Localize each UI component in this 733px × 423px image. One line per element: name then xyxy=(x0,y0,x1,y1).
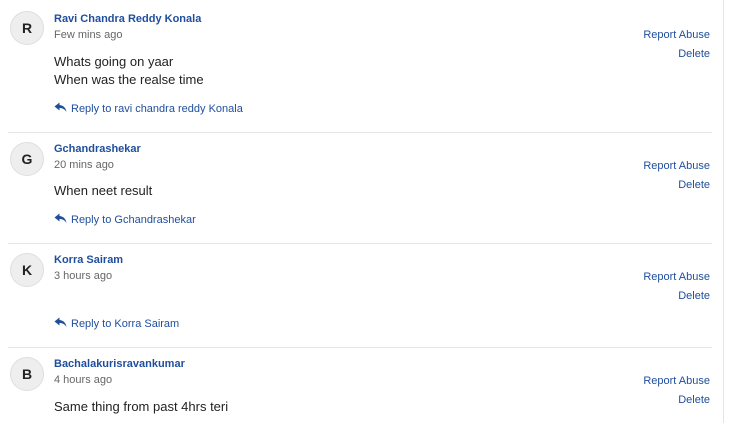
comments-page: R Ravi Chandra Reddy Konala Few mins ago… xyxy=(0,0,733,423)
reply-link[interactable]: Reply to Gchandrashekar xyxy=(54,213,196,227)
comment-author[interactable]: Ravi Chandra Reddy Konala xyxy=(54,13,201,26)
delete-link[interactable]: Delete xyxy=(678,394,710,407)
comment-time: 3 hours ago xyxy=(54,270,113,282)
reply-arrow-icon xyxy=(54,317,67,327)
reply-arrow-icon xyxy=(54,213,67,223)
delete-link[interactable]: Delete xyxy=(678,48,710,61)
comment-text-line: When neet result xyxy=(54,183,153,198)
comment-author[interactable]: Korra Sairam xyxy=(54,254,123,267)
comment-item: K Korra Sairam 3 hours ago Reply to Korr… xyxy=(8,244,712,347)
report-abuse-link[interactable]: Report Abuse xyxy=(643,375,710,388)
comment-item: G Gchandrashekar 20 mins ago When neet r… xyxy=(8,133,712,243)
reply-arrow-icon xyxy=(54,102,67,112)
scroll-edge-divider xyxy=(723,0,724,423)
reply-label[interactable]: Reply to Korra Sairam xyxy=(71,318,179,330)
comment-item: R Ravi Chandra Reddy Konala Few mins ago… xyxy=(8,0,712,132)
report-abuse-link[interactable]: Report Abuse xyxy=(643,160,710,173)
reply-label[interactable]: Reply to ravi chandra reddy Konala xyxy=(71,103,243,115)
delete-link[interactable]: Delete xyxy=(678,290,710,303)
avatar: R xyxy=(10,11,44,45)
comment-text-line: Same thing from past 4hrs teri xyxy=(54,399,229,414)
avatar: G xyxy=(10,142,44,176)
avatar: B xyxy=(10,357,44,391)
reply-link[interactable]: Reply to Korra Sairam xyxy=(54,317,179,331)
comment-time: 4 hours ago xyxy=(54,374,113,386)
reply-link[interactable]: Reply to ravi chandra reddy Konala xyxy=(54,102,243,116)
comment-text-line: When was the realse time xyxy=(54,72,204,87)
comment-text-line: Whats going on yaar xyxy=(54,54,174,69)
report-abuse-link[interactable]: Report Abuse xyxy=(643,271,710,284)
delete-link[interactable]: Delete xyxy=(678,179,710,192)
comment-time: Few mins ago xyxy=(54,29,123,41)
comment-author[interactable]: Bachalakurisravankumar xyxy=(54,358,185,371)
comment-author[interactable]: Gchandrashekar xyxy=(54,143,141,156)
avatar: K xyxy=(10,253,44,287)
report-abuse-link[interactable]: Report Abuse xyxy=(643,29,710,42)
comment-time: 20 mins ago xyxy=(54,159,114,171)
comment-item: B Bachalakurisravankumar 4 hours ago Sam… xyxy=(8,348,712,423)
reply-label[interactable]: Reply to Gchandrashekar xyxy=(71,214,196,226)
